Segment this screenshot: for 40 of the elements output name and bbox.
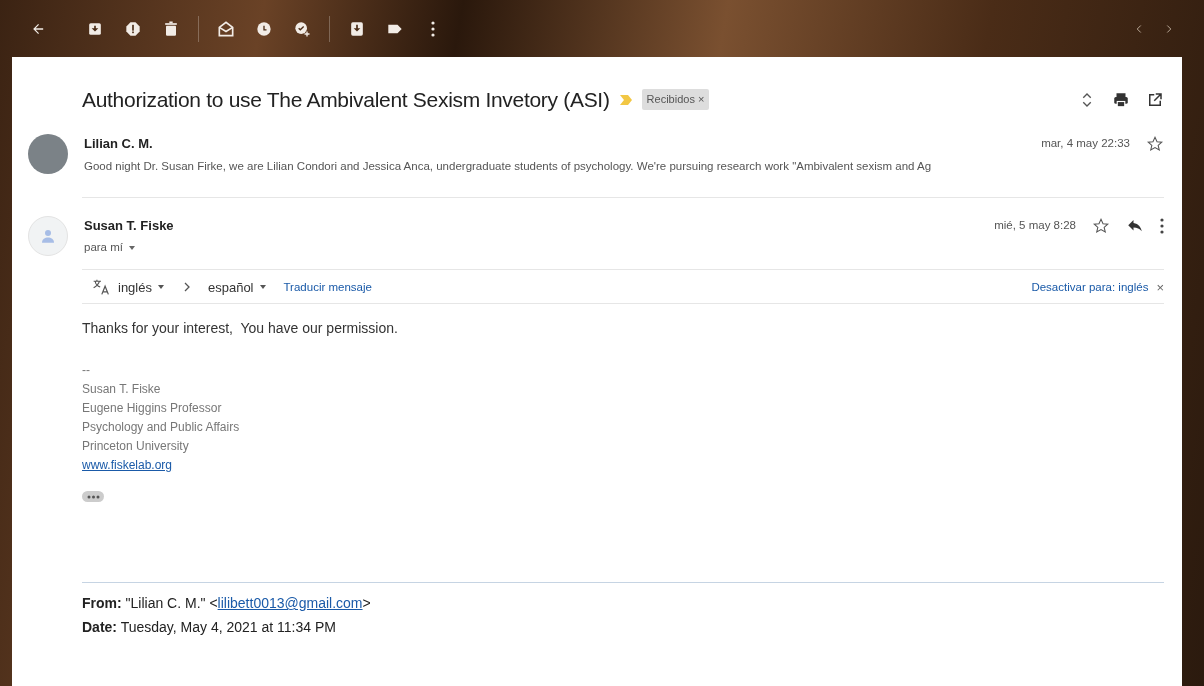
subject-title: Authorization to use The Ambivalent Sexism Invetory (ASI) [82,87,610,113]
remove-label-button[interactable]: × [697,93,705,106]
signature-separator: -- [82,362,91,380]
printer-icon [1112,90,1130,109]
message-date: mié, 5 may 8:28 [994,218,1076,234]
external-window-icon [1146,90,1164,109]
quoted-header-line: From: "Lilian C. M." <lilibett0013@gmail.com> [82,594,372,614]
more-icon [1160,217,1164,234]
source-language-dropdown[interactable]: inglés [118,277,166,298]
close-translate-button[interactable]: × [1156,277,1164,298]
target-language-dropdown[interactable]: español [207,277,268,298]
email-link[interactable]: lilibett0013@gmail.com [217,595,363,612]
translate-icon [92,278,110,297]
more-icon [431,20,435,37]
website-link[interactable]: www.fiskelab.org [82,458,173,473]
message-body: Thanks for your interest, You have our permission. [82,319,399,339]
signature-line: Eugene Higgins Professor [82,400,223,418]
message-more-button[interactable] [1160,217,1164,234]
avatar-photo-placeholder [28,134,68,175]
quoted-header-line: Date: Tuesday, May 4, 2021 at 11:34 PM [82,618,337,638]
signature-line: Susan T. Fiske [82,381,162,399]
sender-name: Susan T. Fiske [84,216,174,235]
show-trimmed-content-button[interactable] [82,491,104,503]
star-icon [1146,134,1164,153]
signature-line: Princeton University [82,438,190,456]
star-button[interactable] [1092,216,1110,235]
print-button[interactable] [1112,90,1130,109]
star-icon [1092,216,1110,235]
label-tag: Recibidos × [641,89,710,110]
recipient-dropdown[interactable]: para mí [84,239,137,257]
disable-translation-link[interactable]: Desactivar para: inglés [1031,278,1149,297]
important-marker-icon [617,92,634,107]
translate-message-link[interactable]: Traducir mensaje [283,278,372,297]
message-snippet: Good night Dr. Susan Firke, we are Lilian Condori and Jessica Anca, undergraduate students of psychology. We're pursuing research work "Ambivalent sexism and Ag [84,158,933,174]
open-new-window-button[interactable] [1146,90,1164,109]
ellipsis-icon [85,493,101,500]
star-button[interactable] [1146,134,1164,153]
signature-line: Psychology and Public Affairs [82,419,241,437]
message-date: mar, 4 may 22:33 [1041,136,1130,152]
sender-name: Lilian C. M. [84,135,153,154]
